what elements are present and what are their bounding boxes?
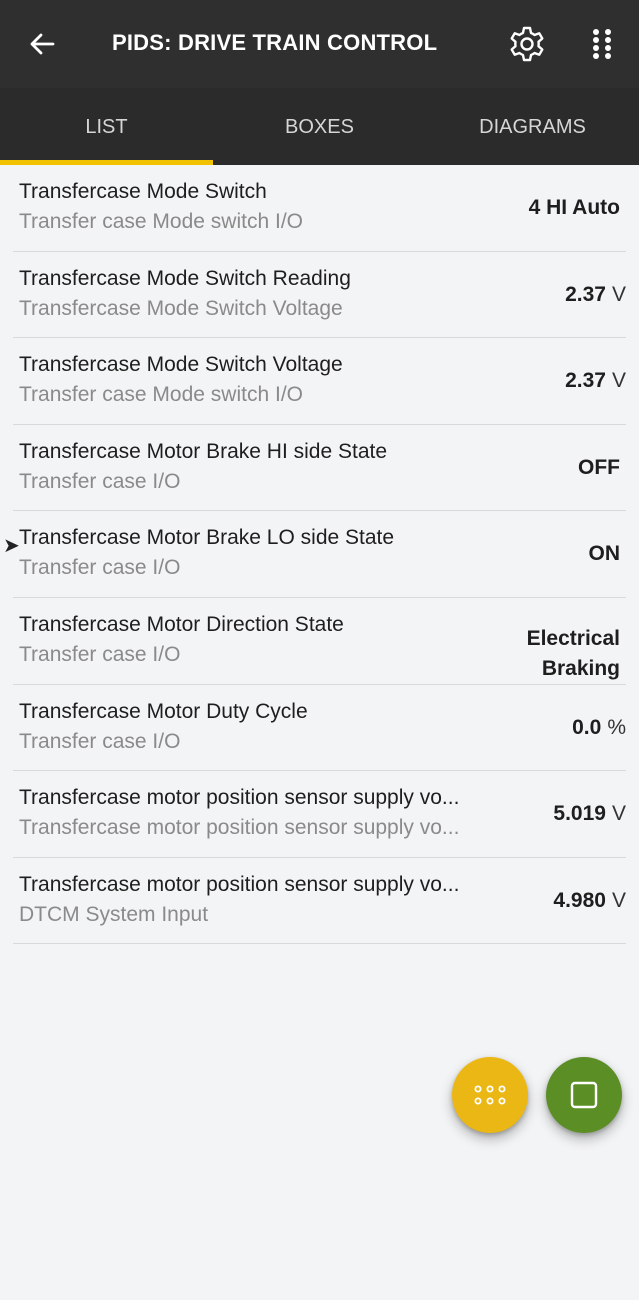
- pid-name: Transfercase Motor Brake HI side State: [19, 439, 388, 463]
- selection-marker-icon: ➤: [3, 535, 20, 558]
- pid-value: Electrical Braking: [527, 598, 626, 684]
- pid-subtitle: Transfer case Mode switch I/O: [19, 210, 303, 233]
- pid-value-number: 0.0: [572, 715, 602, 739]
- pid-value-number: OFF: [578, 455, 620, 479]
- pid-subtitle: Transfercase motor position sensor suppl…: [19, 816, 460, 840]
- pid-subtitle: Transfer case I/O: [19, 642, 181, 666]
- more-menu-button[interactable]: [582, 22, 622, 66]
- back-button[interactable]: [22, 24, 62, 64]
- pid-row[interactable]: Transfercase motor position sensor suppl…: [13, 771, 626, 858]
- pid-value-line-2: Braking: [541, 656, 620, 680]
- stop-fab-button[interactable]: [546, 1057, 622, 1133]
- pid-unit: V: [611, 369, 626, 393]
- pid-row[interactable]: Transfercase Mode Switch Voltage Transfe…: [13, 338, 626, 425]
- pid-subtitle: Transfer case Mode switch I/O: [19, 383, 303, 407]
- pid-name: Transfercase Mode Switch: [19, 180, 267, 203]
- pid-row[interactable]: Transfercase motor position sensor suppl…: [13, 858, 626, 945]
- pid-row[interactable]: Transfercase Motor Direction State Trans…: [13, 598, 626, 685]
- pid-value-line-1: Electrical: [526, 626, 620, 650]
- pid-subtitle: Transfer case I/O: [19, 556, 181, 580]
- pid-unit: V: [611, 802, 626, 826]
- pid-value: OFF: [578, 425, 626, 511]
- pid-name: Transfercase motor position sensor suppl…: [19, 786, 460, 810]
- app-bar: PIDS: DRIVE TRAIN CONTROL: [0, 0, 639, 88]
- pid-subtitle: Transfercase Mode Switch Voltage: [19, 296, 343, 320]
- settings-button[interactable]: [505, 22, 549, 66]
- pid-subtitle: Transfer case I/O: [19, 469, 181, 493]
- pid-value: 4 HI Auto: [529, 165, 626, 251]
- page-title: PIDS: DRIVE TRAIN CONTROL: [112, 30, 438, 55]
- pid-value: 2.37 V: [565, 252, 626, 338]
- pid-value-number: 2.37: [565, 282, 606, 306]
- pid-unit: %: [607, 715, 626, 739]
- pid-row[interactable]: Transfercase Mode Switch Transfer case M…: [13, 165, 626, 252]
- pid-subtitle: DTCM System Input: [19, 902, 209, 926]
- pid-value: 2.37 V: [565, 338, 626, 424]
- pid-subtitle: Transfer case I/O: [19, 729, 181, 753]
- pid-row[interactable]: Transfercase Motor Duty Cycle Transfer c…: [13, 685, 626, 772]
- pid-unit: V: [611, 888, 626, 912]
- pid-value-number: 2.37: [565, 369, 606, 393]
- pid-value: 5.019 V: [553, 771, 626, 857]
- gear-icon: [510, 26, 544, 62]
- pid-unit: V: [611, 282, 626, 306]
- dots-grid-icon: [474, 1085, 506, 1105]
- pid-row-selected[interactable]: ➤ Transfercase Motor Brake LO side State…: [3, 511, 627, 598]
- pid-value: ON: [589, 511, 627, 597]
- tab-diagrams[interactable]: DIAGRAMS: [426, 88, 639, 165]
- pid-value-number: ON: [588, 542, 621, 566]
- pid-name: Transfercase Mode Switch Voltage: [19, 353, 343, 377]
- tab-list[interactable]: LIST: [0, 88, 213, 165]
- arrow-left-icon: [30, 33, 55, 55]
- pid-row[interactable]: Transfercase Mode Switch Reading Transfe…: [13, 252, 626, 339]
- tab-boxes[interactable]: BOXES: [213, 88, 426, 165]
- pid-name: Transfercase Mode Switch Reading: [19, 266, 351, 290]
- pid-value-number: 5.019: [553, 802, 606, 826]
- grid-dots-icon: [593, 29, 611, 59]
- square-icon: [570, 1081, 598, 1109]
- pid-name: Transfercase Motor Brake LO side State: [19, 526, 395, 550]
- pid-name: Transfercase motor position sensor suppl…: [19, 872, 460, 896]
- pid-list: Transfercase Mode Switch Transfer case M…: [0, 165, 639, 945]
- tab-bar: LIST BOXES DIAGRAMS: [0, 88, 639, 165]
- pid-name: Transfercase Motor Direction State: [19, 612, 344, 636]
- menu-fab-button[interactable]: [452, 1057, 528, 1133]
- pid-row[interactable]: Transfercase Motor Brake HI side State T…: [13, 425, 626, 512]
- pid-value: 4.980 V: [553, 858, 626, 944]
- pid-value: 0.0%: [572, 685, 626, 771]
- pid-name: Transfercase Motor Duty Cycle: [19, 699, 308, 723]
- pid-value-number: 4.980: [553, 888, 606, 912]
- pid-value-number: 4 HI Auto: [528, 196, 620, 219]
